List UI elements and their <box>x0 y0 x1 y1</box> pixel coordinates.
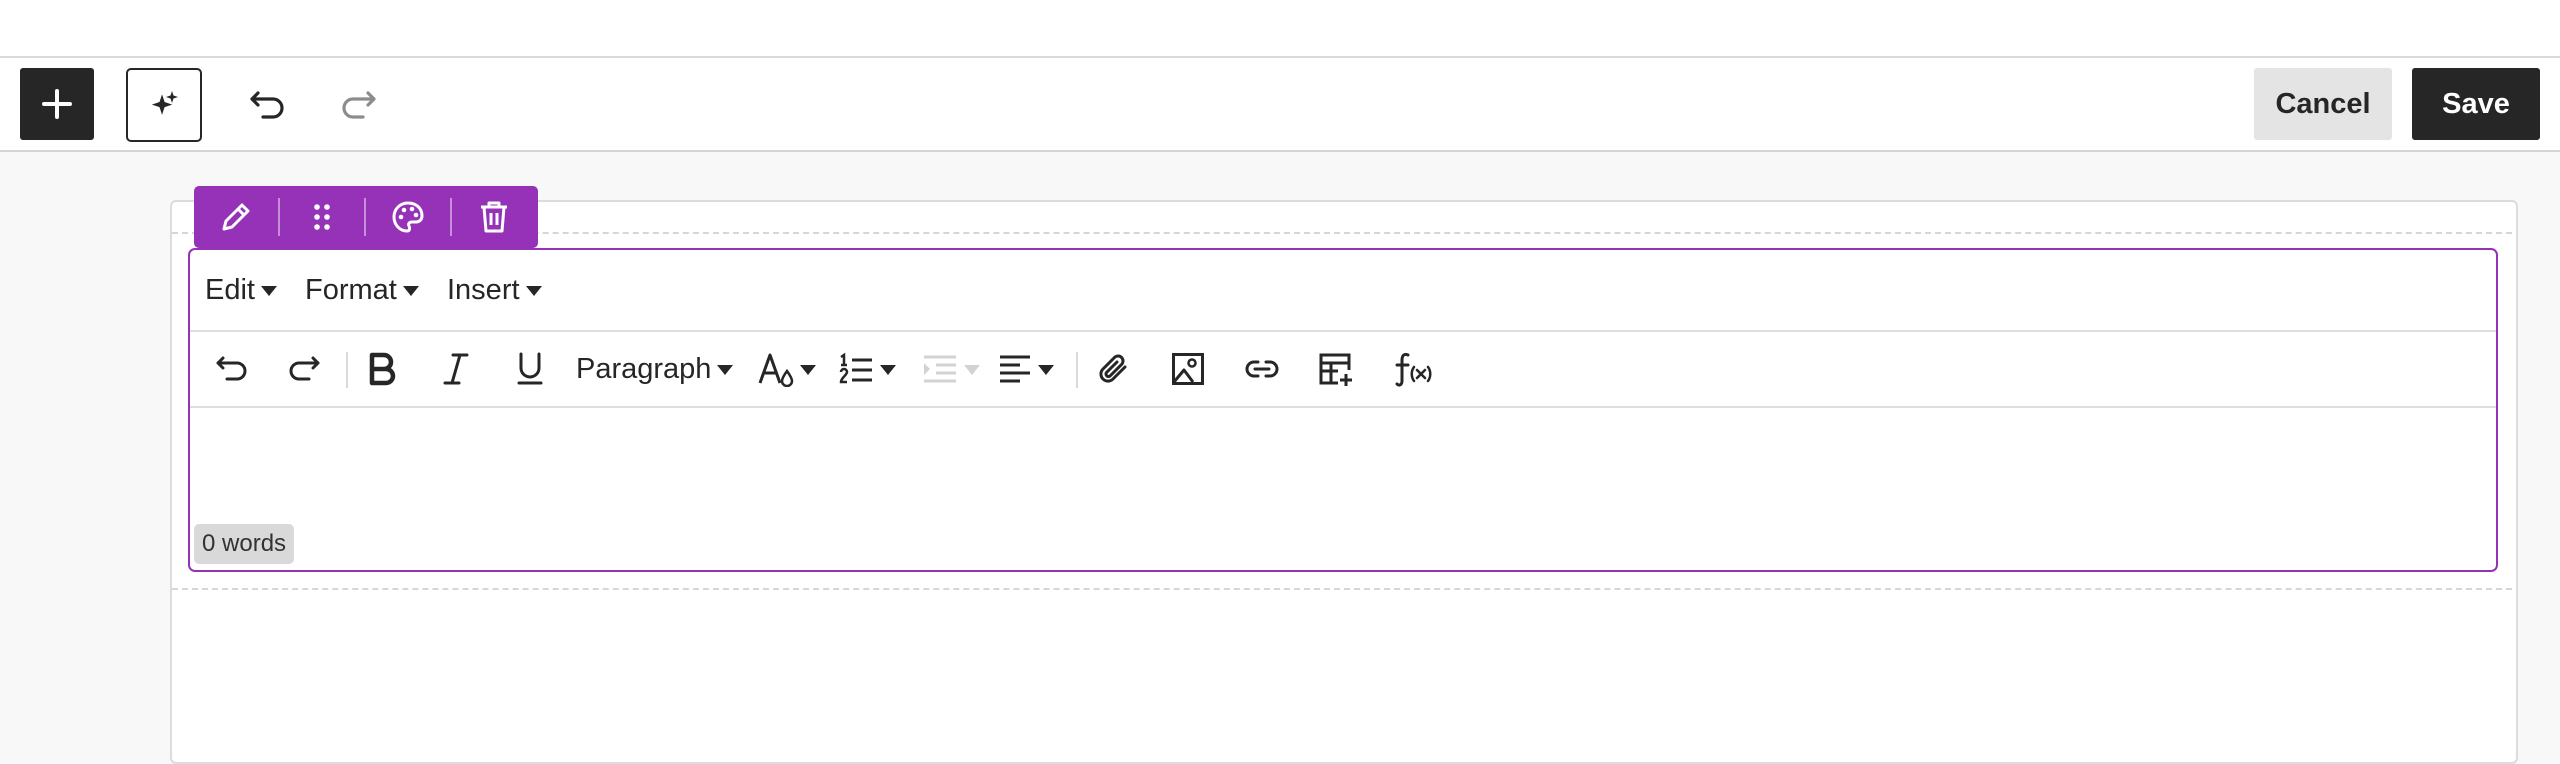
caret-down-icon <box>525 286 542 296</box>
underline-icon <box>516 352 544 386</box>
word-count: 0 words <box>194 524 295 564</box>
trash-icon <box>478 200 510 234</box>
insert-formula-button[interactable] <box>1388 348 1436 390</box>
caret-down-icon <box>717 365 734 375</box>
undo-icon <box>215 355 249 383</box>
editor-redo-button[interactable] <box>282 348 326 390</box>
editor-undo-button[interactable] <box>210 348 254 390</box>
insert-link-button[interactable] <box>1240 348 1284 390</box>
editor-format-toolbar: Paragraph <box>190 332 2496 408</box>
caret-down-icon <box>260 286 277 296</box>
italic-button[interactable] <box>434 348 478 390</box>
toolbar-separator <box>1076 352 1078 388</box>
align-button[interactable] <box>998 348 1062 390</box>
palette-icon <box>391 200 425 234</box>
numbered-list-icon <box>838 352 874 386</box>
block-toolbar <box>194 186 538 248</box>
cancel-button[interactable]: Cancel <box>2254 68 2392 140</box>
drag-handle-icon <box>312 202 332 232</box>
attachment-icon <box>1097 352 1131 386</box>
edit-block-button[interactable] <box>194 186 278 248</box>
indent-icon <box>922 354 958 384</box>
ai-assist-button[interactable] <box>126 68 202 142</box>
align-left-icon <box>998 354 1032 384</box>
block-drop-zone-bottom <box>172 588 2512 590</box>
menu-edit[interactable]: Edit <box>205 272 277 308</box>
caret-down-icon <box>402 286 419 296</box>
caret-down-icon <box>1038 365 1054 375</box>
menu-format-label: Format <box>305 273 397 306</box>
save-button[interactable]: Save <box>2412 68 2540 140</box>
plus-icon <box>41 88 73 120</box>
insert-image-button[interactable] <box>1166 348 1210 390</box>
menu-insert-label: Insert <box>447 273 520 306</box>
text-color-button[interactable] <box>758 348 818 390</box>
insert-table-button[interactable] <box>1314 348 1358 390</box>
editor-menubar: Edit Format Insert <box>190 250 2496 332</box>
menu-edit-label: Edit <box>205 273 255 306</box>
redo-icon <box>339 89 377 119</box>
image-icon <box>1171 352 1205 386</box>
menu-insert[interactable]: Insert <box>447 272 542 308</box>
menu-format[interactable]: Format <box>305 272 419 308</box>
toolbar-separator <box>346 352 348 388</box>
bold-icon <box>367 352 397 386</box>
caret-down-icon <box>964 365 980 375</box>
indent-button[interactable] <box>922 348 984 390</box>
sparkle-icon <box>148 89 180 121</box>
block-style-label: Paragraph <box>576 352 712 385</box>
formula-icon <box>1392 351 1432 387</box>
delete-block-button[interactable] <box>452 186 536 248</box>
attachment-button[interactable] <box>1092 348 1136 390</box>
page-toolbar: Cancel Save <box>0 58 2560 152</box>
underline-button[interactable] <box>508 348 552 390</box>
text-color-icon <box>758 351 794 387</box>
style-block-button[interactable] <box>366 186 450 248</box>
rich-text-editor[interactable]: Edit Format Insert Paragraph 0 words <box>188 248 2498 572</box>
caret-down-icon <box>800 365 816 375</box>
undo-icon <box>249 89 287 119</box>
italic-icon <box>443 352 469 386</box>
numbered-list-button[interactable] <box>838 348 900 390</box>
table-icon <box>1318 352 1354 386</box>
pencil-icon <box>219 200 253 234</box>
block-style-dropdown[interactable]: Paragraph <box>576 348 736 390</box>
redo-button[interactable] <box>334 80 382 128</box>
caret-down-icon <box>880 365 896 375</box>
redo-icon <box>287 355 321 383</box>
top-strip <box>0 0 2560 58</box>
link-icon <box>1244 357 1280 381</box>
undo-button[interactable] <box>244 80 292 128</box>
add-content-button[interactable] <box>20 68 94 140</box>
bold-button[interactable] <box>360 348 404 390</box>
move-block-button[interactable] <box>280 186 364 248</box>
